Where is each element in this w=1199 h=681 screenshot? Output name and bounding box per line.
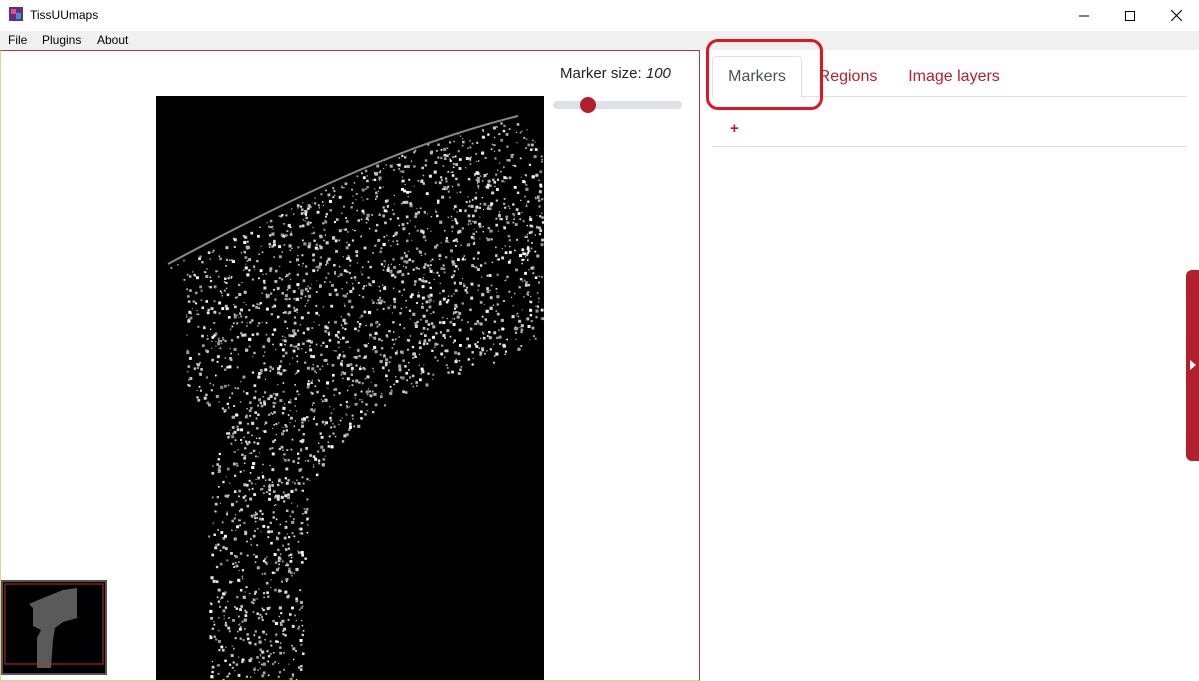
close-button[interactable] bbox=[1153, 0, 1199, 31]
marker-size-slider[interactable] bbox=[553, 97, 682, 113]
tab-regions[interactable]: Regions bbox=[808, 56, 888, 97]
menu-about[interactable]: About bbox=[97, 33, 128, 47]
marker-size-text: Marker size: bbox=[560, 65, 642, 82]
tab-markers-label: Markers bbox=[728, 68, 786, 85]
panel-collapse-handle[interactable] bbox=[1186, 270, 1199, 461]
tab-regions-label: Regions bbox=[818, 67, 878, 85]
image-viewer[interactable]: Marker size: 100 bbox=[0, 50, 700, 681]
navigator-preview bbox=[4, 583, 104, 668]
slider-thumb[interactable] bbox=[580, 97, 597, 113]
menu-bar: File Plugins About bbox=[0, 31, 1199, 50]
app-icon bbox=[9, 7, 23, 21]
side-panel: Markers Regions Image layers + bbox=[700, 39, 1199, 681]
marker-size-value: 100 bbox=[645, 65, 671, 82]
minimize-icon bbox=[1079, 15, 1089, 16]
menu-file[interactable]: File bbox=[8, 33, 27, 47]
title-bar: TissUUmaps bbox=[0, 0, 1199, 31]
tab-image-layers[interactable]: Image layers bbox=[898, 56, 1010, 97]
tab-image-layers-label: Image layers bbox=[908, 67, 1000, 85]
panel-tabs: Markers Regions Image layers bbox=[706, 39, 1187, 110]
maximize-icon bbox=[1125, 10, 1135, 21]
marker-size-label: Marker size: 100 bbox=[560, 65, 671, 82]
maximize-button[interactable] bbox=[1107, 0, 1153, 31]
close-icon bbox=[1170, 10, 1182, 21]
navigator-minimap[interactable] bbox=[1, 580, 107, 675]
tissue-image-canvas bbox=[167, 115, 544, 680]
panel-divider bbox=[712, 146, 1187, 147]
minimize-button[interactable] bbox=[1061, 0, 1107, 31]
menu-plugins[interactable]: Plugins bbox=[42, 33, 81, 47]
add-marker-button[interactable]: + bbox=[730, 120, 739, 137]
window-title: TissUUmaps bbox=[30, 8, 99, 22]
tissue-image[interactable] bbox=[156, 96, 544, 680]
tab-markers[interactable]: Markers bbox=[712, 56, 802, 98]
caret-right-icon bbox=[1190, 360, 1196, 370]
